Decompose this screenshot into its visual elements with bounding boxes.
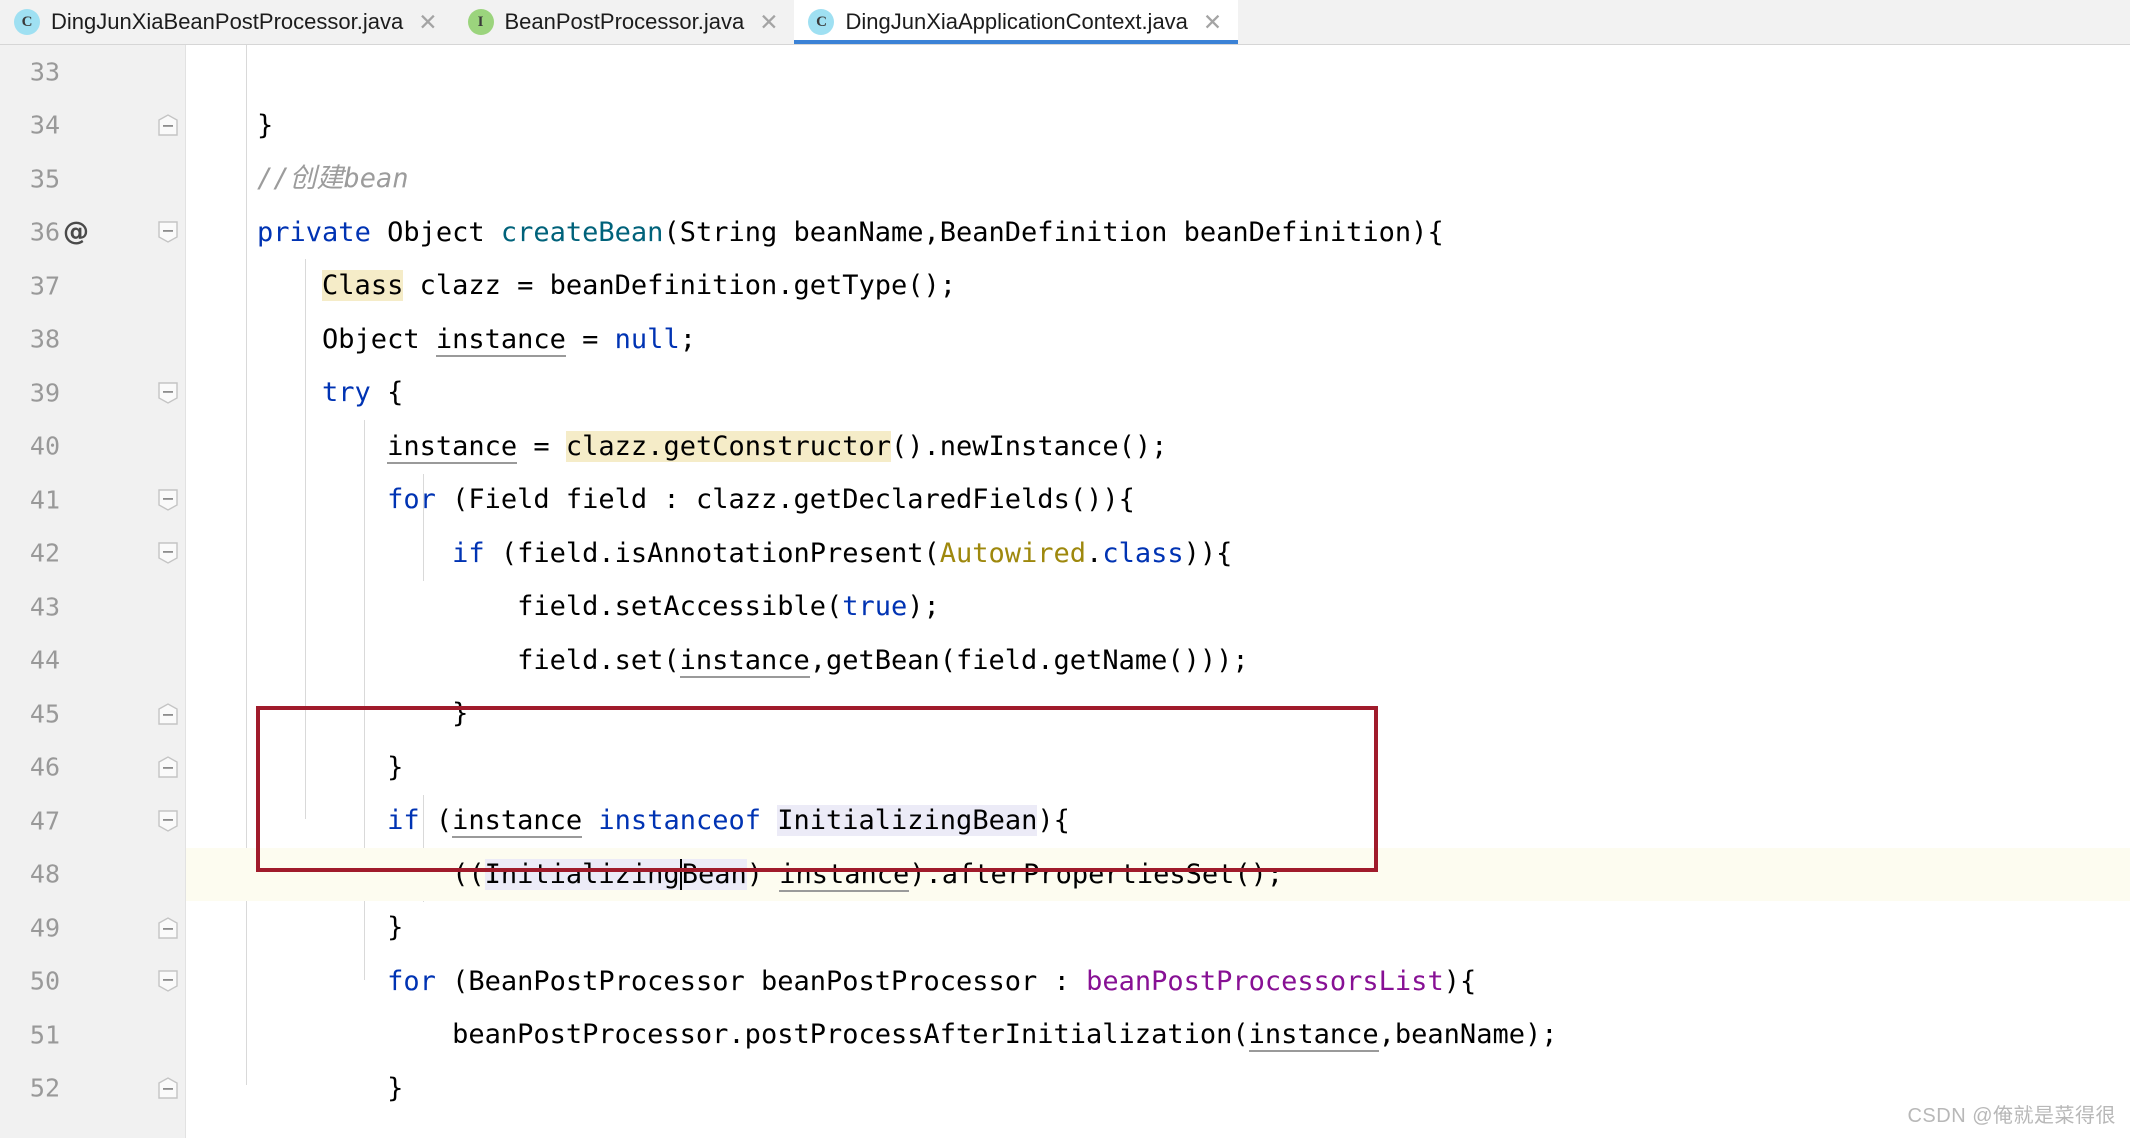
line-number: 36 bbox=[29, 217, 60, 247]
line-number: 52 bbox=[29, 1073, 60, 1103]
csdn-watermark: CSDN @俺就是菜得很 bbox=[1907, 1105, 2116, 1127]
code-line: try { bbox=[322, 377, 404, 408]
line-number: 33 bbox=[29, 57, 60, 87]
gutter-row: 45 bbox=[0, 687, 185, 741]
code-line: private Object createBean(String beanNam… bbox=[257, 216, 1444, 248]
code-line: if (field.isAnnotationPresent(Autowired.… bbox=[452, 537, 1233, 569]
gutter-row: 42 bbox=[0, 527, 185, 581]
code-line: } bbox=[192, 109, 274, 141]
line-number: 51 bbox=[29, 1020, 60, 1050]
ide-editor-window: C DingJunXiaBeanPostProcessor.java ✕ I B… bbox=[0, 0, 2130, 1138]
fold-collapse-icon[interactable] bbox=[157, 970, 179, 993]
gutter-row: 47 bbox=[0, 794, 185, 848]
code-line: field.set(instance,getBean(field.getName… bbox=[192, 644, 1249, 678]
code-line: field.setAccessible(true); bbox=[192, 591, 940, 622]
line-number: 50 bbox=[29, 966, 60, 996]
line-number: 34 bbox=[29, 110, 60, 140]
line-number: 38 bbox=[29, 324, 60, 354]
fold-collapse-icon[interactable] bbox=[157, 1077, 179, 1099]
line-number: 42 bbox=[29, 538, 60, 568]
editor-tab-dingjunxiabeanpostprocessor[interactable]: C DingJunXiaBeanPostProcessor.java ✕ bbox=[0, 0, 454, 44]
annotation-gutter-icon[interactable]: @ bbox=[63, 217, 89, 247]
editor-tab-bar: C DingJunXiaBeanPostProcessor.java ✕ I B… bbox=[0, 0, 2130, 45]
editor-gutter[interactable]: 33 34 35 36 @ 37 38 39 40 41 42 43 44 45… bbox=[0, 45, 186, 1138]
gutter-row: 35 bbox=[0, 152, 185, 206]
gutter-row: 51 bbox=[0, 1008, 185, 1062]
fold-collapse-icon[interactable] bbox=[157, 114, 179, 136]
gutter-row: 34 bbox=[0, 99, 185, 153]
line-number: 39 bbox=[29, 378, 60, 408]
code-line: Class clazz = beanDefinition.getType(); bbox=[322, 270, 957, 301]
gutter-row: 36 @ bbox=[0, 206, 185, 260]
line-number: 48 bbox=[29, 859, 60, 889]
editor-tab-label: BeanPostProcessor.java bbox=[504, 9, 745, 34]
code-line-current: ((InitializingBean) instance).afterPrope… bbox=[186, 847, 2130, 901]
fold-collapse-icon[interactable] bbox=[157, 542, 179, 565]
code-line: } bbox=[192, 751, 404, 783]
gutter-row: 49 bbox=[0, 901, 185, 955]
fold-collapse-icon[interactable] bbox=[157, 382, 179, 404]
close-icon[interactable]: ✕ bbox=[1203, 10, 1222, 34]
code-editor[interactable]: 33 34 35 36 @ 37 38 39 40 41 42 43 44 45… bbox=[0, 45, 2130, 1138]
comment-token: //创建bean bbox=[257, 163, 409, 194]
gutter-row: 40 bbox=[0, 420, 185, 474]
gutter-row: 52 bbox=[0, 1062, 185, 1116]
line-number: 49 bbox=[29, 913, 60, 943]
line-number: 44 bbox=[29, 645, 60, 675]
code-line: beanPostProcessor.postProcessAfterInitia… bbox=[192, 1019, 1558, 1052]
code-line: for (Field field : clazz.getDeclaredFiel… bbox=[387, 484, 1135, 515]
code-line: for (BeanPostProcessor beanPostProcessor… bbox=[387, 965, 1477, 997]
interface-icon: I bbox=[467, 9, 494, 35]
editor-tab-beanpostprocessor[interactable]: I BeanPostProcessor.java ✕ bbox=[453, 0, 795, 44]
code-line: //创建bean bbox=[186, 152, 2130, 206]
editor-tab-label: DingJunXiaBeanPostProcessor.java bbox=[51, 9, 404, 34]
code-line: instance = clazz.getConstructor().newIns… bbox=[387, 430, 1168, 464]
fold-collapse-icon[interactable] bbox=[157, 489, 179, 511]
fold-collapse-icon[interactable] bbox=[157, 916, 179, 939]
line-number: 37 bbox=[29, 271, 60, 301]
class-icon: C bbox=[14, 9, 40, 35]
line-number: 41 bbox=[29, 485, 60, 515]
gutter-row: 44 bbox=[0, 634, 185, 688]
code-line: } bbox=[192, 912, 404, 943]
line-number: 46 bbox=[29, 752, 60, 782]
gutter-row: 46 bbox=[0, 741, 185, 795]
gutter-row: 43 bbox=[0, 580, 185, 634]
line-number: 40 bbox=[29, 431, 60, 461]
gutter-row: 38 bbox=[0, 313, 185, 367]
code-line: if (instance instanceof InitializingBean… bbox=[387, 805, 1070, 838]
editor-tab-dingjunxiaapplicationcontext[interactable]: C DingJunXiaApplicationContext.java ✕ bbox=[794, 0, 1239, 44]
close-icon[interactable]: ✕ bbox=[418, 10, 437, 34]
fold-collapse-icon[interactable] bbox=[157, 756, 179, 778]
class-icon: C bbox=[808, 9, 835, 35]
fold-collapse-icon[interactable] bbox=[157, 702, 179, 725]
close-icon[interactable]: ✕ bbox=[759, 10, 778, 34]
gutter-row: 50 bbox=[0, 955, 185, 1009]
line-number: 35 bbox=[29, 164, 60, 194]
code-line: } bbox=[192, 1072, 404, 1104]
line-number: 47 bbox=[29, 806, 60, 836]
code-content-area[interactable]: } //创建bean private Object createBean(Str… bbox=[186, 45, 2130, 1138]
gutter-row: 39 bbox=[0, 366, 185, 420]
line-number: 43 bbox=[29, 592, 60, 622]
line-number: 45 bbox=[29, 699, 60, 729]
code-line: Object instance = null; bbox=[192, 323, 696, 357]
gutter-row: 48 bbox=[0, 848, 185, 902]
gutter-row: 37 bbox=[0, 259, 185, 313]
gutter-row: 33 bbox=[0, 45, 185, 99]
fold-collapse-icon[interactable] bbox=[157, 810, 179, 832]
fold-collapse-icon[interactable] bbox=[157, 221, 179, 244]
code-line: } bbox=[192, 698, 469, 729]
gutter-row: 41 bbox=[0, 473, 185, 527]
editor-tab-label: DingJunXiaApplicationContext.java bbox=[845, 9, 1188, 34]
